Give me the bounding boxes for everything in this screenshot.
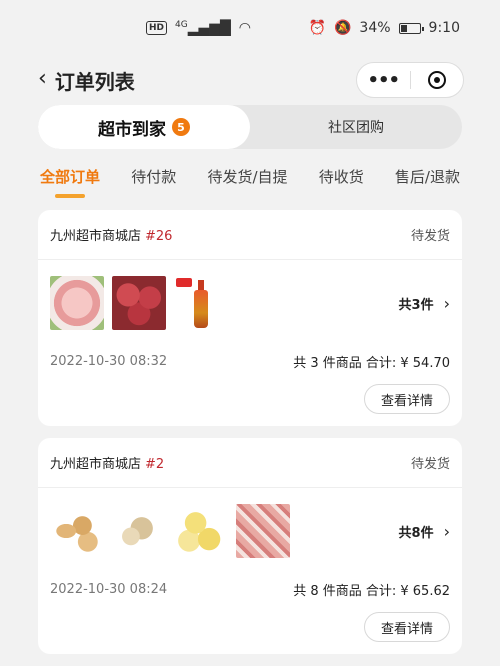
target-icon (427, 71, 446, 89)
order-status: 待发货 (410, 229, 450, 244)
order-number: #26 (145, 229, 173, 244)
product-image (174, 276, 228, 330)
store-name: 九州超市商城店 #2 (50, 457, 165, 472)
segment-supermarket[interactable]: 超市到家 5 (38, 105, 250, 149)
order-status: 待发货 (410, 457, 450, 472)
page-title: 订单列表 (54, 69, 135, 94)
product-image (236, 504, 290, 558)
segment-community[interactable]: 社区团购 (250, 105, 462, 149)
order-date: 2022-10-30 08:32 (50, 353, 168, 369)
segment-label: 超市到家 (98, 119, 166, 140)
product-image (50, 276, 104, 330)
status-tabs: 全部订单 待付款 待发货/自提 待收货 售后/退款 (40, 166, 460, 200)
order-card-header: 九州超市商城店 #26 待发货 (38, 210, 462, 260)
order-number: #2 (145, 457, 165, 472)
clock: 9:10 (428, 20, 460, 36)
chevron-left-icon[interactable]: ‹ (38, 68, 47, 90)
view-details-button[interactable]: 查看详情 (364, 384, 450, 414)
chevron-right-icon: › (443, 521, 450, 541)
battery-percent: 34% (359, 20, 391, 36)
product-image (174, 504, 228, 558)
chevron-right-icon: › (443, 293, 450, 313)
nav-bar: ‹ 订单列表 ••• (0, 56, 500, 104)
tab-pending-receipt[interactable]: 待收货 (319, 166, 364, 200)
mini-program-capsule: ••• (356, 62, 464, 98)
order-actions: 查看详情 (38, 376, 462, 414)
goods-thumbnails (50, 504, 290, 558)
status-left: HD 4G▂▄▆█ ◠ (146, 19, 252, 37)
store-name: 九州超市商城店 #26 (50, 229, 173, 244)
tab-pending-shipment[interactable]: 待发货/自提 (207, 166, 287, 200)
battery-icon (398, 22, 424, 34)
order-type-switch: 超市到家 5 社区团购 (38, 105, 462, 149)
order-card[interactable]: 九州超市商城店 #2 待发货 共8件 › 2022-10-30 08:24 共 8 … (38, 438, 462, 654)
item-count[interactable]: 共8件 › (399, 522, 450, 541)
count-badge: 5 (172, 118, 190, 136)
wifi-icon: ◠ (238, 20, 252, 36)
item-count[interactable]: 共3件 › (399, 294, 450, 313)
order-meta: 2022-10-30 08:24 共 8 件商品 合计: ¥ 65.62 (38, 574, 462, 604)
tab-pending-payment[interactable]: 待付款 (131, 166, 176, 200)
order-total: 共 8 件商品 合计: ¥ 65.62 (293, 583, 450, 599)
order-date: 2022-10-30 08:24 (50, 581, 168, 597)
goods-row[interactable]: 共3件 › (38, 260, 462, 346)
product-image (112, 504, 166, 558)
tab-after-sales[interactable]: 售后/退款 (395, 166, 460, 200)
product-image (50, 504, 104, 558)
status-right: ⏰ 🔕 34% 9:10 (309, 20, 460, 36)
close-target-button[interactable] (411, 71, 464, 89)
order-card[interactable]: 九州超市商城店 #26 待发货 共3件 › 2022-10-30 08:32 共 3… (38, 210, 462, 426)
order-card-header: 九州超市商城店 #2 待发货 (38, 438, 462, 488)
order-actions: 查看详情 (38, 604, 462, 642)
order-meta: 2022-10-30 08:32 共 3 件商品 合计: ¥ 54.70 (38, 346, 462, 376)
alarm-icon: ⏰ (308, 20, 326, 36)
view-details-button[interactable]: 查看详情 (364, 612, 450, 642)
order-total: 共 3 件商品 合计: ¥ 54.70 (293, 355, 450, 371)
hd-badge: HD (146, 21, 168, 35)
goods-row[interactable]: 共8件 › (38, 488, 462, 574)
more-icon[interactable]: ••• (357, 70, 410, 91)
network-indicator: 4G▂▄▆█ (175, 19, 231, 37)
goods-thumbnails (50, 276, 228, 330)
status-bar: HD 4G▂▄▆█ ◠ ⏰ 🔕 34% 9:10 (0, 0, 500, 56)
segment-label: 社区团购 (328, 120, 384, 136)
tab-all[interactable]: 全部订单 (40, 166, 100, 200)
mute-icon: 🔕 (333, 20, 352, 36)
product-image (112, 276, 166, 330)
nav-left: ‹ 订单列表 (38, 66, 135, 95)
